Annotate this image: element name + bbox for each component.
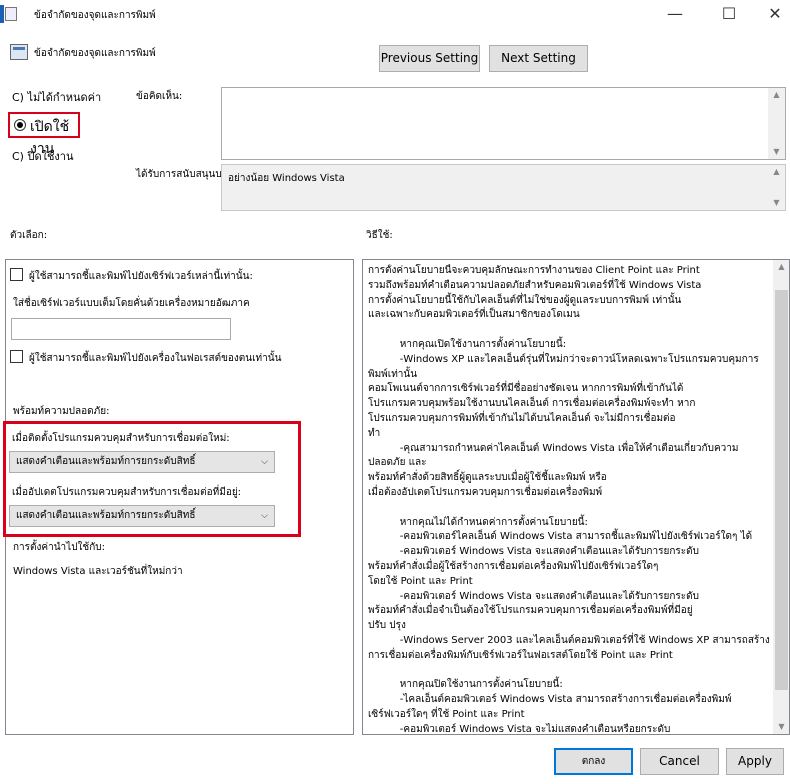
radio-disabled[interactable]: C) ปิดใช้งาน bbox=[12, 147, 74, 165]
install-dropdown-value: แสดงคำเตือนและพร้อมท์การยกระดับสิทธิ์ bbox=[16, 456, 196, 467]
maximize-button[interactable]: ☐ bbox=[706, 2, 752, 28]
update-dropdown[interactable]: แสดงคำเตือนและพร้อมท์การยกระดับสิทธิ์ ⌵ bbox=[9, 505, 275, 527]
checkbox-restrict-servers-label: ผู้ใช้สามารถชี้และพิมพ์ไปยังเซิร์ฟเวอร์เ… bbox=[29, 271, 253, 282]
help-scrollbar[interactable]: ▲ ▼ bbox=[773, 260, 789, 734]
scroll-up-icon[interactable]: ▲ bbox=[768, 165, 785, 179]
scroll-up-icon[interactable]: ▲ bbox=[773, 260, 789, 274]
supported-value: อย่างน้อย Windows Vista bbox=[228, 173, 345, 184]
supported-label: ได้รับการสนับสนุนบน: bbox=[136, 169, 232, 180]
supported-scrollbar[interactable]: ▲ ▼ bbox=[768, 165, 785, 210]
install-label: เมื่อติดตั้งโปรแกรมควบคุมสำหรับการเชื่อม… bbox=[12, 433, 230, 444]
chevron-down-icon: ⌵ bbox=[261, 511, 268, 521]
policy-name: ข้อจำกัดของจุดและการพิมพ์ bbox=[34, 48, 156, 59]
cancel-button[interactable]: Cancel bbox=[640, 748, 719, 775]
policy-icon bbox=[10, 44, 28, 60]
comment-scrollbar[interactable]: ▲ ▼ bbox=[768, 88, 785, 159]
next-setting-button[interactable]: Next Setting bbox=[489, 45, 588, 72]
window-title: ข้อจำกัดของจุดและการพิมพ์ bbox=[34, 10, 156, 21]
scroll-down-icon[interactable]: ▼ bbox=[768, 145, 785, 159]
ok-button[interactable]: ตกลง bbox=[554, 748, 633, 775]
app-icon bbox=[0, 5, 22, 25]
security-prompt-label: พร้อมท์ความปลอดภัย: bbox=[13, 406, 110, 417]
close-button[interactable]: ✕ bbox=[752, 2, 790, 28]
scroll-down-icon[interactable]: ▼ bbox=[773, 720, 789, 734]
chevron-down-icon: ⌵ bbox=[261, 457, 268, 467]
comment-label: ข้อคิดเห็น: bbox=[136, 91, 183, 102]
radio-not-configured[interactable]: C) ไม่ได้กำหนดค่า bbox=[12, 88, 101, 106]
radio-enabled[interactable]: เปิดใช้งาน bbox=[8, 112, 80, 157]
scroll-down-icon[interactable]: ▼ bbox=[768, 196, 785, 210]
checkbox-restrict-forest-label: ผู้ใช้สามารถชี้และพิมพ์ไปยังเครื่องในฟอเ… bbox=[29, 353, 282, 364]
previous-setting-button[interactable]: Previous Setting bbox=[379, 45, 480, 72]
radio-enabled-dot bbox=[14, 119, 26, 131]
servers-input[interactable] bbox=[11, 318, 231, 340]
scroll-up-icon[interactable]: ▲ bbox=[768, 88, 785, 102]
install-dropdown[interactable]: แสดงคำเตือนและพร้อมท์การยกระดับสิทธิ์ ⌵ bbox=[9, 451, 275, 473]
help-scroll-thumb[interactable] bbox=[775, 290, 788, 690]
minimize-button[interactable]: — bbox=[652, 2, 698, 28]
update-label: เมื่ออัปเดตโปรแกรมควบคุมสำหรับการเชื่อมต… bbox=[12, 487, 242, 498]
servers-label: ใส่ชื่อเซิร์ฟเวอร์แบบเต็มโดยคั่นด้วยเครื… bbox=[13, 298, 250, 309]
update-dropdown-value: แสดงคำเตือนและพร้อมท์การยกระดับสิทธิ์ bbox=[16, 510, 196, 521]
checkbox-box[interactable] bbox=[10, 268, 23, 281]
comment-textarea[interactable]: ▲ ▼ bbox=[221, 87, 786, 160]
applies-label: การตั้งค่านำไปใช้กับ: bbox=[13, 542, 105, 553]
options-heading: ตัวเลือก: bbox=[10, 230, 48, 241]
apply-button[interactable]: Apply bbox=[726, 748, 784, 775]
help-heading: วิธีใช้: bbox=[366, 230, 393, 241]
help-text: การตั้งค่านโยบายนี้จะควบคุมลักษณะการทำงา… bbox=[368, 265, 770, 732]
supported-field: อย่างน้อย Windows Vista ▲ ▼ bbox=[221, 164, 786, 211]
applies-value: Windows Vista และเวอร์ชันที่ใหม่กว่า bbox=[13, 566, 183, 577]
checkbox-box[interactable] bbox=[10, 350, 23, 363]
title-bar: ข้อจำกัดของจุดและการพิมพ์ — ☐ ✕ bbox=[0, 0, 790, 30]
